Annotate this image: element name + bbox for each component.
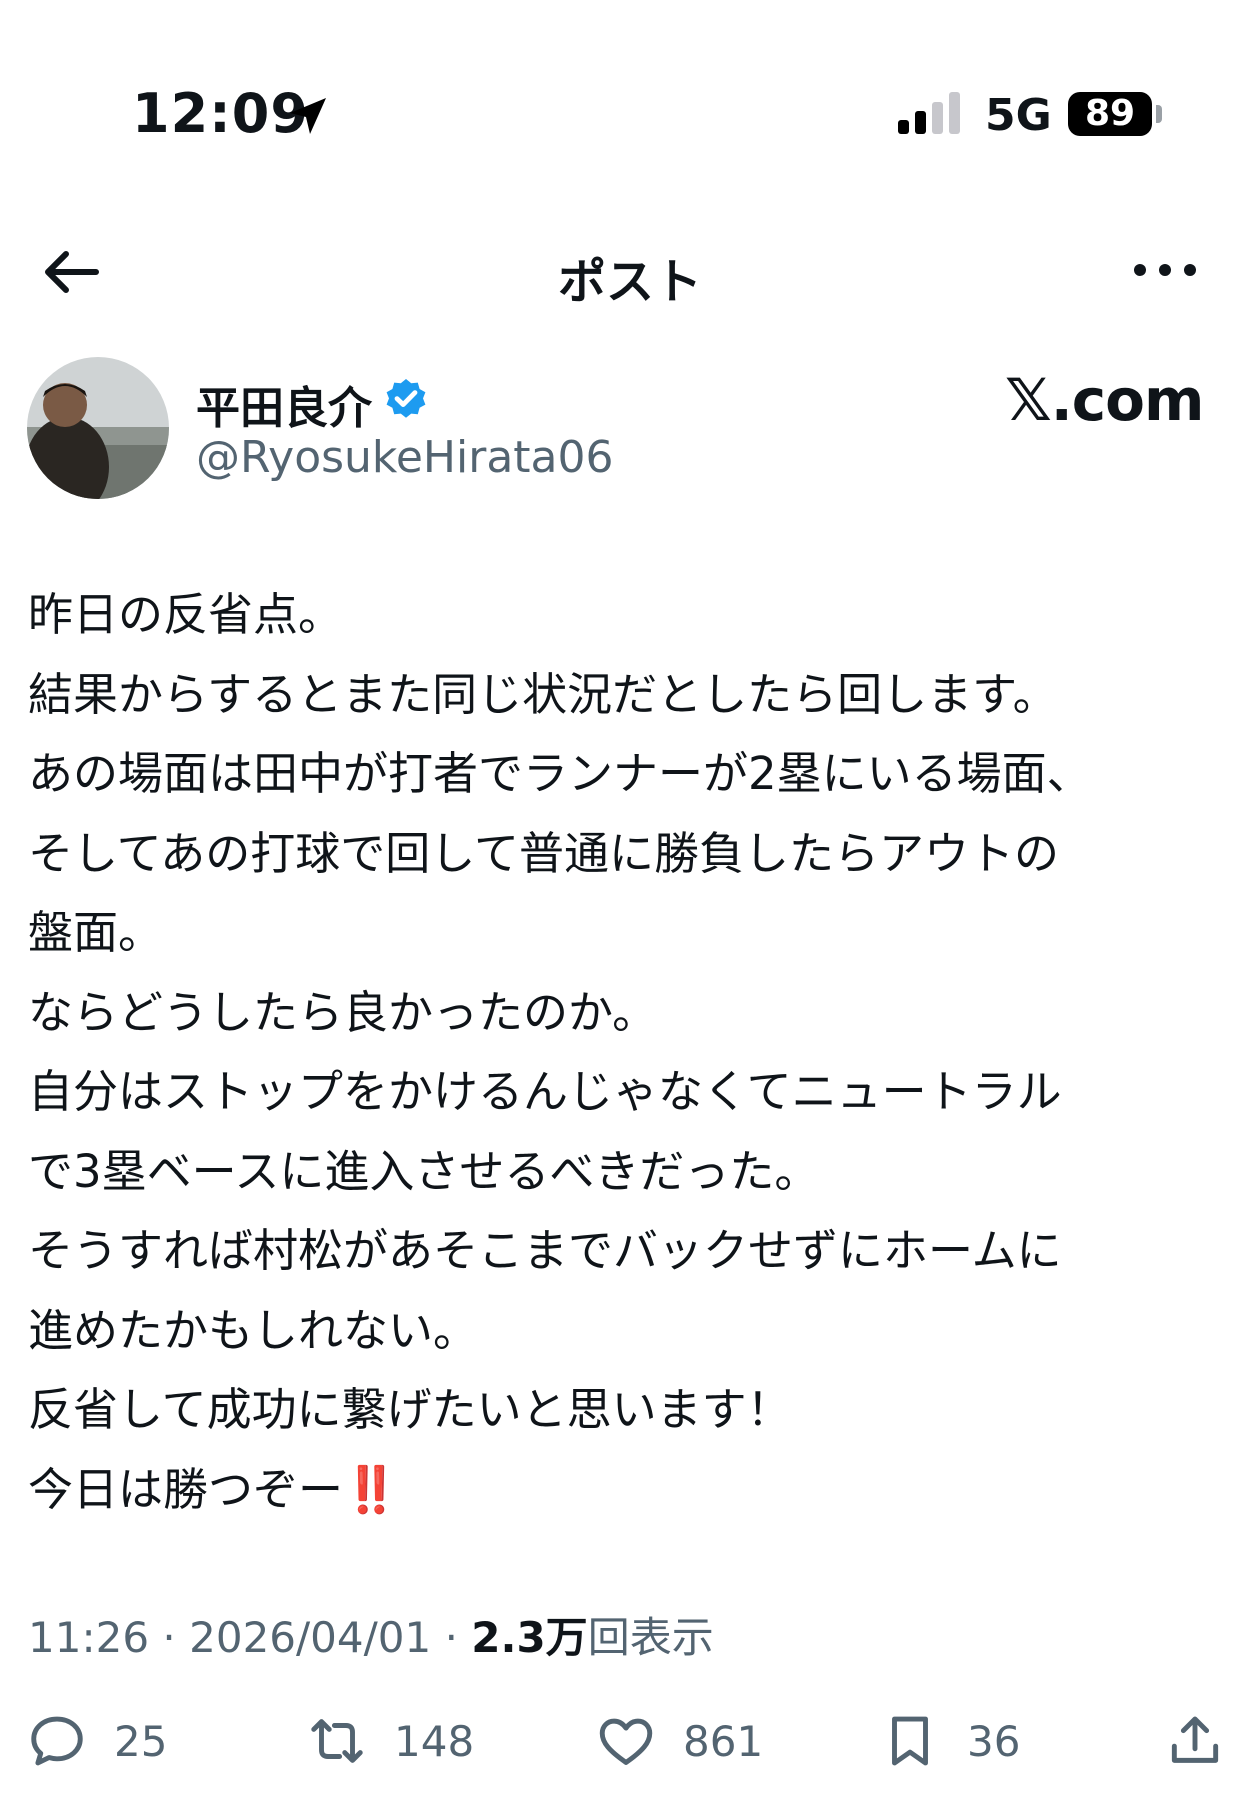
post-line: そしてあの打球で回して普通に勝負したらアウトの: [28, 826, 1059, 880]
reply-button[interactable]: 25: [26, 1706, 167, 1776]
bookmark-icon: [892, 1716, 928, 1766]
like-button[interactable]: 861: [595, 1706, 763, 1776]
location-arrow-icon: [290, 98, 326, 134]
battery-level: 89: [1068, 92, 1152, 136]
post-line-text: 今日は勝つぞー: [28, 1462, 344, 1516]
bookmark-count: 36: [967, 1716, 1021, 1766]
post-line: 自分はストップをかけるんじゃなくてニュートラル: [28, 1065, 1062, 1118]
share-icon: [1171, 1716, 1219, 1763]
double-exclamation-emoji: ‼️: [343, 1462, 399, 1516]
post-line: 盤面。: [28, 906, 164, 959]
reply-icon: [31, 1716, 83, 1766]
like-count: 861: [683, 1716, 764, 1766]
status-bar: 12:09 5G 89: [0, 0, 1260, 200]
top-nav: ポスト: [0, 220, 1260, 320]
verified-badge-icon: [386, 379, 426, 418]
view-count[interactable]: 2.3万: [471, 1613, 587, 1662]
repost-count: 148: [394, 1716, 475, 1766]
status-time: 12:09: [132, 82, 309, 145]
page-title: ポスト: [557, 254, 702, 310]
post-date: 2026/04/01: [189, 1613, 432, 1662]
avatar[interactable]: [27, 357, 169, 499]
post-line: ならどうしたら良かったのか。: [28, 985, 658, 1039]
post-line: 今日は勝つぞー‼️: [28, 1450, 1238, 1530]
network-type: 5G: [985, 90, 1052, 141]
post-line: で3塁ベースに進入させるべきだった。: [28, 1144, 820, 1198]
repost-button[interactable]: 148: [306, 1706, 474, 1776]
repost-icon: [311, 1719, 363, 1763]
post-line: 反省して成功に繋げたいと思います！: [28, 1383, 792, 1436]
action-bar: 25 148 861 36: [0, 1700, 1260, 1780]
post-time: 11:26: [28, 1613, 150, 1662]
post-line: 昨日の反省点。: [28, 588, 344, 641]
reply-count: 25: [114, 1716, 168, 1766]
view-count-label[interactable]: 回表示: [588, 1613, 714, 1662]
meta-separator: ·: [444, 1613, 458, 1662]
x-com-watermark: 𝕏.com: [1005, 366, 1204, 434]
post-line: あの場面は田中が打者でランナーが2塁にいる場面、: [28, 747, 1092, 800]
meta-separator: ·: [162, 1613, 176, 1662]
share-button[interactable]: [1164, 1706, 1226, 1776]
heart-icon: [599, 1718, 653, 1765]
post-line: そうすれば村松があそこまでバックせずにホームに: [28, 1224, 1062, 1277]
post-text: 昨日の反省点。 結果からするとまた同じ状況だとしたら回します。 あの場面は田中が…: [28, 575, 1238, 1529]
post-line: 進めたかもしれない。: [28, 1303, 479, 1357]
display-name[interactable]: 平田良介: [196, 372, 372, 436]
more-options-icon[interactable]: [1130, 250, 1200, 290]
user-handle[interactable]: @RyosukeHirata06: [196, 432, 613, 483]
bookmark-button[interactable]: 36: [879, 1706, 1020, 1776]
post-meta: 11:26 · 2026/04/01 · 2.3万回表示: [28, 1604, 714, 1665]
signal-icon: [898, 92, 960, 134]
post-line: 結果からするとまた同じ状況だとしたら回します。: [28, 667, 1058, 721]
battery-icon: 89: [1068, 92, 1164, 136]
